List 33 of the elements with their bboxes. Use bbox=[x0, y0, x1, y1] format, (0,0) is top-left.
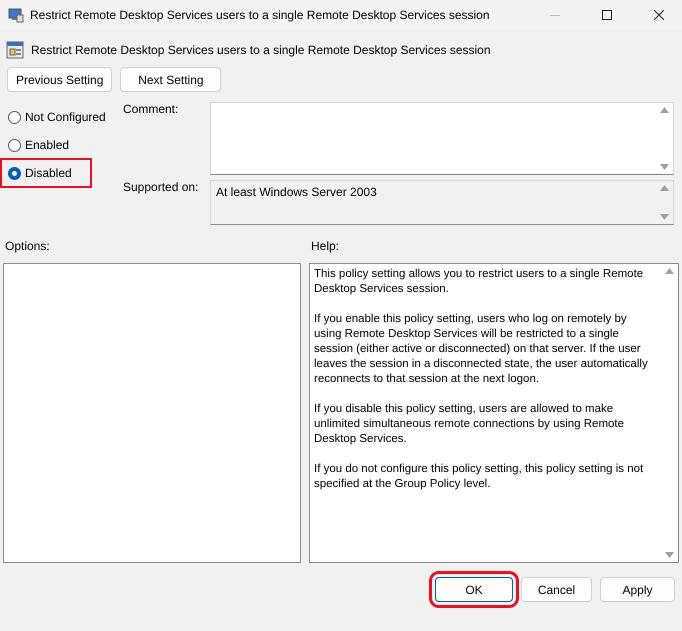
computer-icon bbox=[8, 7, 24, 23]
radio-option[interactable]: Enabled bbox=[2, 132, 123, 158]
radio-icon[interactable] bbox=[8, 166, 21, 180]
policy-icon bbox=[6, 40, 24, 58]
help-paragraph: If you disable this policy setting, users are allowed to make unlimited simultaneous remote connections by using Remote Desktop Services. bbox=[314, 402, 626, 447]
setting-title: Restrict Remote Desktop Services users to a single Remote Desktop Services session bbox=[31, 42, 491, 56]
dialog-button[interactable]: Apply bbox=[600, 577, 675, 602]
close-icon[interactable] bbox=[654, 10, 664, 20]
nav-button[interactable]: Previous Setting bbox=[7, 67, 112, 92]
help-paragraph: If you do not configure this policy setting, this policy setting is not specified at the Group Policy level. bbox=[314, 462, 644, 492]
radio-icon[interactable] bbox=[8, 110, 21, 124]
comment-label: Comment: bbox=[123, 102, 180, 118]
scroll-down-icon[interactable] bbox=[660, 164, 669, 170]
scroll-up-icon[interactable] bbox=[660, 185, 669, 191]
help-paragraph: If you enable this policy setting, users who log on remotely by using Remote Desktop Services will be restricted to a single session (either active or disconnected) on that server. If the user leaves the session in a disconnected state, the user automatically reconnects to that session at the next logon. bbox=[314, 312, 649, 387]
scroll-down-icon[interactable] bbox=[660, 214, 669, 220]
options-label: Options: bbox=[5, 239, 51, 255]
dialog-button[interactable]: Cancel bbox=[521, 577, 592, 602]
radio-icon[interactable] bbox=[8, 138, 21, 152]
radio-option[interactable]: Not Configured bbox=[2, 104, 123, 130]
window-title: Restrict Remote Desktop Services users to a single Remote Desktop Services session bbox=[30, 8, 491, 22]
nav-button[interactable]: Next Setting bbox=[120, 67, 222, 92]
scroll-up-icon[interactable] bbox=[665, 268, 674, 274]
help-label: Help: bbox=[311, 239, 340, 255]
supported-label: Supported on: bbox=[123, 180, 200, 194]
scroll-up-icon[interactable] bbox=[660, 107, 669, 113]
scroll-down-icon[interactable] bbox=[665, 552, 674, 558]
comment-field[interactable] bbox=[210, 102, 674, 175]
supported-value: At least Windows Server 2003 bbox=[215, 184, 378, 201]
maximize-icon[interactable] bbox=[602, 10, 612, 20]
help-paragraph: This policy setting allows you to restrict users to a single Remote Desktop Services session. bbox=[314, 267, 644, 297]
radio-option[interactable]: Disabled bbox=[2, 160, 90, 186]
minimize-icon[interactable] bbox=[550, 14, 560, 16]
